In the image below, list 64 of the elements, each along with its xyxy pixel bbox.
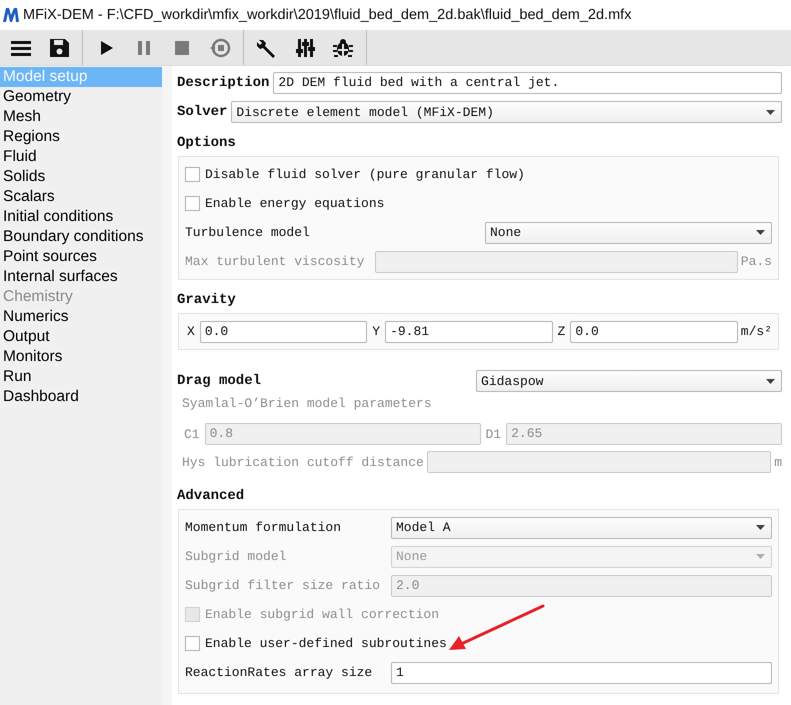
sidebar-item[interactable]: Numerics <box>0 307 162 327</box>
field-label: Momentum formulation <box>185 520 342 535</box>
dropdown[interactable]: Discrete element model (MFiX-DEM) <box>231 101 782 123</box>
sidebar-item[interactable]: Mesh <box>0 107 162 127</box>
field-label: C1 <box>183 426 201 442</box>
caret-icon <box>766 110 775 114</box>
field-label: Turbulence model <box>185 225 311 240</box>
field-label: Syamlal-O’Brien model parameters <box>182 396 432 413</box>
checkbox[interactable] <box>185 196 200 211</box>
checkbox[interactable] <box>185 636 200 651</box>
caret-icon <box>756 554 765 559</box>
caret-icon <box>756 525 765 530</box>
sliders-icon <box>294 36 316 58</box>
caret-icon <box>766 378 775 384</box>
field-label: Max turbulent viscosity <box>185 254 366 269</box>
field-label: Enable user-defined subroutines <box>205 636 447 651</box>
input-field[interactable]: 0.0 <box>570 320 738 342</box>
app-logo-icon <box>3 8 19 22</box>
bug-icon <box>332 36 354 58</box>
unit-label: m <box>774 454 782 470</box>
section-title: Options <box>177 135 236 151</box>
sidebar-item[interactable]: Initial conditions <box>0 207 162 227</box>
sidebar-item[interactable]: Output <box>0 327 162 347</box>
field-label: Enable subgrid wall correction <box>205 607 440 622</box>
dropdown[interactable]: Gidaspow <box>476 370 782 392</box>
checkbox[interactable] <box>185 167 200 182</box>
unit-label: Pa.s <box>740 254 772 269</box>
dropdown[interactable]: Model A <box>391 516 772 538</box>
sidebar-item[interactable]: Dashboard <box>0 387 162 407</box>
sidebar-item[interactable]: Point sources <box>0 247 162 267</box>
field-label: X <box>186 324 196 339</box>
field-label: Subgrid model <box>185 549 288 564</box>
sidebar-item[interactable]: Scalars <box>0 187 162 207</box>
input-field[interactable]: 1 <box>391 662 772 684</box>
field-label: Enable energy equations <box>205 196 384 211</box>
field-label: Disable fluid solver (pure granular flow) <box>205 167 525 182</box>
field-label: Y <box>371 324 382 339</box>
section-title: Drag model <box>177 373 262 389</box>
sidebar-item[interactable]: Geometry <box>0 87 162 107</box>
field-label: Z <box>556 324 566 339</box>
sidebar-item[interactable]: Regions <box>0 127 162 147</box>
field-label: Hys lubrication cutoff distance <box>182 454 424 470</box>
field-label: D1 <box>484 426 502 442</box>
sidebar-item[interactable]: Monitors <box>0 347 162 367</box>
field-label: Description <box>177 75 270 91</box>
sidebar-item[interactable]: Run <box>0 367 162 387</box>
sidebar-item[interactable]: Internal surfaces <box>0 267 162 287</box>
unit-label: m/s² <box>740 324 772 339</box>
sidebar-item[interactable]: Fluid <box>0 147 162 167</box>
window-title: MFiX-DEM - F:\CFD_workdir\mfix_workdir\2019\fluid_bed_dem_2d.bak\fluid_bed_dem_2d.mfx <box>23 7 632 23</box>
caret-icon <box>756 230 765 235</box>
input-field[interactable]: 2D DEM fluid bed with a central jet. <box>273 72 782 94</box>
dropdown[interactable]: None <box>485 222 772 244</box>
input-field[interactable]: -9.81 <box>385 320 553 342</box>
sidebar-item[interactable]: Boundary conditions <box>0 227 162 247</box>
field-label: ReactionRates array size <box>185 665 374 680</box>
input-field[interactable]: 0.0 <box>200 320 368 342</box>
save-icon <box>48 36 70 58</box>
sidebar-item[interactable]: Solids <box>0 167 162 187</box>
reset-icon <box>209 36 231 58</box>
field-label: Subgrid filter size ratio <box>185 578 382 593</box>
section-title: Gravity <box>177 292 236 308</box>
section-title: Advanced <box>177 488 244 504</box>
field-label: Solver <box>177 104 228 120</box>
